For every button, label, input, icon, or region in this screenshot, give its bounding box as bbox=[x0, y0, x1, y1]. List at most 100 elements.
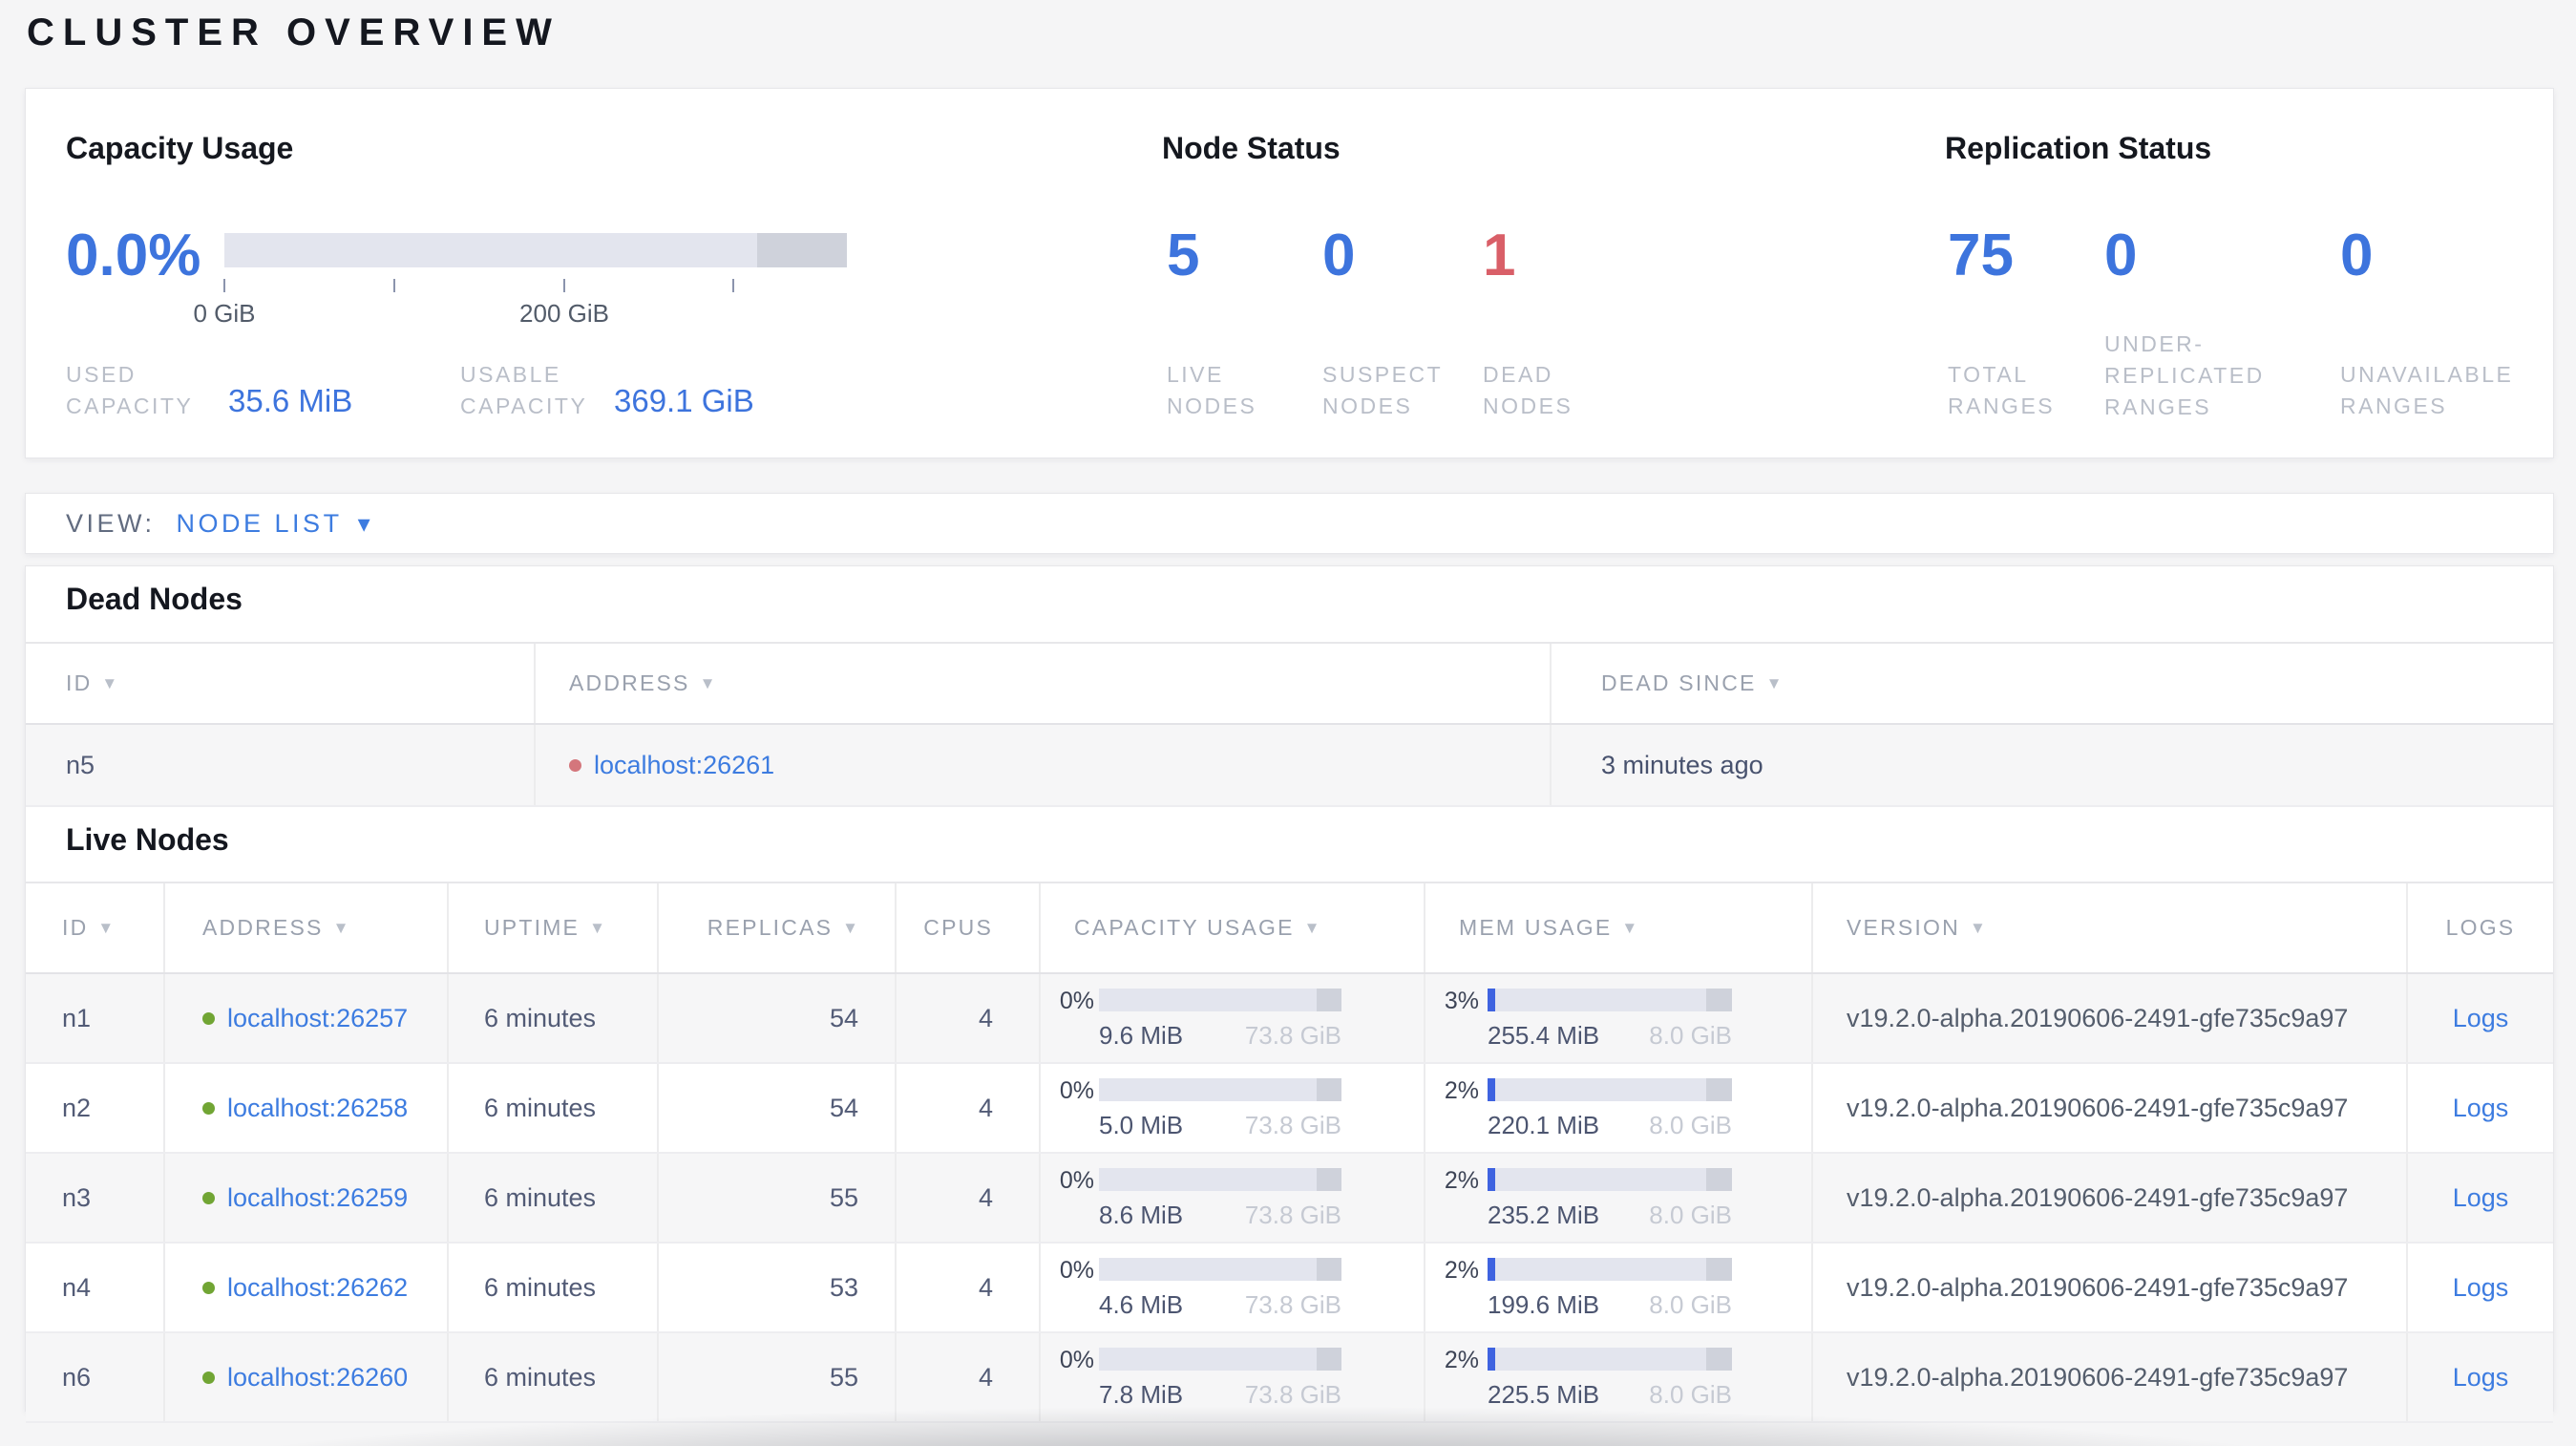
view-selected-value: NODE LIST bbox=[176, 508, 343, 538]
mem-usage-cell: 2% 235.2 MiB 8.0 GiB bbox=[1425, 1154, 1813, 1242]
dead-nodes-count: 1 bbox=[1483, 223, 1516, 288]
bar-reserved-segment bbox=[1317, 989, 1341, 1011]
capacity-bar bbox=[1099, 1258, 1341, 1281]
bar-used-segment bbox=[1488, 989, 1495, 1011]
node-id-cell: n3 bbox=[26, 1154, 165, 1242]
capacity-bar bbox=[1099, 989, 1341, 1011]
column-header-dead-since[interactable]: DEAD SINCE ▼ bbox=[1552, 644, 2553, 723]
live-nodes-table: ID ▼ ADDRESS ▼ UPTIME ▼ REPLICAS ▼ CPUS bbox=[26, 882, 2553, 1423]
mem-bar bbox=[1488, 989, 1732, 1011]
node-address-link[interactable]: localhost:26262 bbox=[227, 1273, 408, 1303]
live-nodes-label: LIVE NODES bbox=[1167, 362, 1257, 418]
sort-desc-icon: ▼ bbox=[1765, 673, 1783, 692]
logs-link[interactable]: Logs bbox=[2453, 1004, 2509, 1033]
node-address-link[interactable]: localhost:26258 bbox=[227, 1094, 408, 1123]
table-row: n2 localhost:26258 6 minutes 54 4 0% 5.0… bbox=[26, 1064, 2553, 1154]
axis-label-0: 0 GiB bbox=[193, 299, 256, 328]
node-address-cell: localhost:26258 bbox=[165, 1064, 449, 1152]
table-row: n3 localhost:26259 6 minutes 55 4 0% 8.6… bbox=[26, 1154, 2553, 1244]
sort-desc-icon: ▼ bbox=[97, 918, 115, 937]
cpus-cell: 4 bbox=[897, 1154, 1041, 1242]
column-header-uptime[interactable]: UPTIME ▼ bbox=[449, 883, 659, 972]
version-cell: v19.2.0-alpha.20190606-2491-gfe735c9a97 bbox=[1813, 1154, 2408, 1242]
node-address-link[interactable]: localhost:26259 bbox=[227, 1183, 408, 1213]
replicas-cell: 55 bbox=[659, 1154, 897, 1242]
column-header-logs: LOGS bbox=[2445, 915, 2516, 940]
node-id-cell: n4 bbox=[26, 1244, 165, 1331]
node-id-cell: n2 bbox=[26, 1064, 165, 1152]
column-header-version[interactable]: VERSION ▼ bbox=[1813, 883, 2408, 972]
column-header-address[interactable]: ADDRESS ▼ bbox=[165, 883, 449, 972]
axis-tick bbox=[393, 279, 395, 292]
column-header-id[interactable]: ID ▼ bbox=[26, 883, 165, 972]
bar-reserved-segment bbox=[1706, 1168, 1732, 1191]
live-status-dot-icon bbox=[202, 1281, 215, 1294]
node-id-cell: n1 bbox=[26, 974, 165, 1062]
capacity-bar-reserved-segment bbox=[757, 233, 847, 267]
unavailable-ranges-count: 0 bbox=[2340, 223, 2374, 288]
logs-cell: Logs bbox=[2408, 1154, 2553, 1242]
logs-cell: Logs bbox=[2408, 1064, 2553, 1152]
used-capacity-value: 35.6 MiB bbox=[228, 383, 353, 418]
sort-desc-icon: ▼ bbox=[1969, 918, 1986, 937]
under-replicated-ranges-count: 0 bbox=[2104, 223, 2138, 288]
axis-tick bbox=[563, 279, 565, 292]
mem-bar bbox=[1488, 1168, 1732, 1191]
capacity-bar bbox=[1099, 1168, 1341, 1191]
view-label: VIEW: bbox=[66, 508, 156, 538]
uptime-cell: 6 minutes bbox=[449, 1064, 659, 1152]
logs-link[interactable]: Logs bbox=[2453, 1273, 2509, 1303]
page-title: CLUSTER OVERVIEW bbox=[27, 11, 560, 53]
sort-desc-icon: ▼ bbox=[101, 673, 118, 692]
bar-reserved-segment bbox=[1706, 1348, 1732, 1371]
bar-reserved-segment bbox=[1317, 1078, 1341, 1101]
live-status-dot-icon bbox=[202, 1191, 215, 1204]
uptime-cell: 6 minutes bbox=[449, 1154, 659, 1242]
capacity-usage-cell: 0% 9.6 MiB 73.8 GiB bbox=[1041, 974, 1425, 1062]
logs-cell: Logs bbox=[2408, 974, 2553, 1062]
capacity-usage-cell: 0% 8.6 MiB 73.8 GiB bbox=[1041, 1154, 1425, 1242]
suspect-nodes-label: SUSPECT NODES bbox=[1322, 362, 1443, 418]
axis-label-200: 200 GiB bbox=[519, 299, 609, 328]
table-header-row: ID ▼ ADDRESS ▼ UPTIME ▼ REPLICAS ▼ CPUS bbox=[26, 882, 2553, 974]
sort-desc-icon: ▼ bbox=[842, 918, 858, 937]
column-header-replicas[interactable]: REPLICAS ▼ bbox=[659, 883, 897, 972]
sort-desc-icon: ▼ bbox=[1621, 918, 1638, 937]
sort-desc-icon: ▼ bbox=[699, 673, 716, 692]
node-address-link[interactable]: localhost:26260 bbox=[227, 1363, 408, 1393]
usable-capacity-value: 369.1 GiB bbox=[614, 383, 754, 418]
cluster-overview-page: CLUSTER OVERVIEW Capacity Usage 0.0% 0 G… bbox=[0, 0, 2576, 1446]
node-address-cell: localhost:26261 bbox=[536, 725, 1552, 805]
dead-nodes-heading: Dead Nodes bbox=[66, 582, 243, 616]
node-address-link[interactable]: localhost:26257 bbox=[227, 1004, 408, 1033]
dropdown-caret-icon: ▾ bbox=[357, 509, 370, 538]
column-header-id[interactable]: ID ▼ bbox=[26, 644, 536, 723]
column-header-mem-usage[interactable]: MEM USAGE ▼ bbox=[1425, 883, 1813, 972]
capacity-usage-cell: 0% 5.0 MiB 73.8 GiB bbox=[1041, 1064, 1425, 1152]
uptime-cell: 6 minutes bbox=[449, 974, 659, 1062]
logs-link[interactable]: Logs bbox=[2453, 1363, 2509, 1393]
cpus-cell: 4 bbox=[897, 1244, 1041, 1331]
used-capacity-label: USED CAPACITY bbox=[66, 362, 194, 418]
mem-usage-cell: 3% 255.4 MiB 8.0 GiB bbox=[1425, 974, 1813, 1062]
bar-used-segment bbox=[1488, 1258, 1495, 1281]
view-bar: VIEW: NODE LIST ▾ bbox=[25, 493, 2554, 554]
capacity-usage-bar bbox=[224, 233, 847, 267]
table-row: n4 localhost:26262 6 minutes 53 4 0% 4.6… bbox=[26, 1244, 2553, 1333]
column-header-capacity-usage[interactable]: CAPACITY USAGE ▼ bbox=[1041, 883, 1425, 972]
cpus-cell: 4 bbox=[897, 1064, 1041, 1152]
logs-link[interactable]: Logs bbox=[2453, 1094, 2509, 1123]
sort-desc-icon: ▼ bbox=[1303, 918, 1320, 937]
bar-reserved-segment bbox=[1706, 1258, 1732, 1281]
dead-status-dot-icon bbox=[569, 758, 581, 772]
view-selector-dropdown[interactable]: NODE LIST ▾ bbox=[177, 509, 370, 539]
logs-link[interactable]: Logs bbox=[2453, 1183, 2509, 1213]
capacity-bar bbox=[1099, 1348, 1341, 1371]
version-cell: v19.2.0-alpha.20190606-2491-gfe735c9a97 bbox=[1813, 1064, 2408, 1152]
bar-reserved-segment bbox=[1317, 1348, 1341, 1371]
mem-usage-cell: 2% 199.6 MiB 8.0 GiB bbox=[1425, 1244, 1813, 1331]
column-header-address[interactable]: ADDRESS ▼ bbox=[536, 644, 1552, 723]
cpus-cell: 4 bbox=[897, 974, 1041, 1062]
mem-bar bbox=[1488, 1258, 1732, 1281]
node-address-link[interactable]: localhost:26261 bbox=[594, 751, 774, 780]
